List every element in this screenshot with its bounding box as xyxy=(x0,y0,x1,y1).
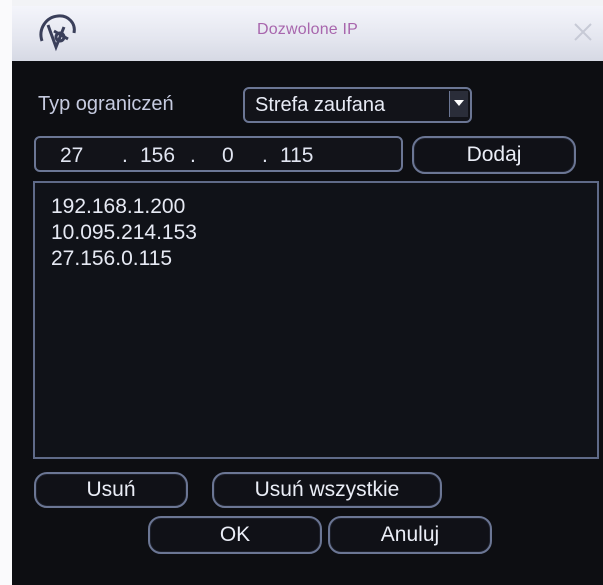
ip-separator: . xyxy=(190,144,196,167)
add-button[interactable]: Dodaj xyxy=(412,136,576,174)
allowed-ip-list[interactable]: 192.168.1.200 10.095.214.153 27.156.0.11… xyxy=(33,181,599,459)
chevron-down-icon[interactable] xyxy=(449,91,468,117)
remove-all-button[interactable]: Usuń wszystkie xyxy=(212,472,442,508)
list-item[interactable]: 10.095.214.153 xyxy=(51,221,197,245)
restriction-type-select[interactable]: Strefa zaufana xyxy=(243,87,472,123)
cancel-button[interactable]: Anuluj xyxy=(328,516,492,554)
title-bar: Dozwolone IP xyxy=(12,6,603,61)
list-item[interactable]: 192.168.1.200 xyxy=(51,195,185,219)
ok-button[interactable]: OK xyxy=(148,516,322,554)
ip-octet-4[interactable]: 115 xyxy=(280,144,313,168)
ip-address-input[interactable]: 27 . 156 . 0 . 115 xyxy=(34,136,403,172)
ip-separator: . xyxy=(122,144,128,167)
close-icon[interactable] xyxy=(569,18,597,46)
dialog-title: Dozwolone IP xyxy=(256,21,359,38)
restriction-type-label: Typ ograniczeń xyxy=(38,93,174,115)
ip-octet-3[interactable]: 0 xyxy=(222,144,234,168)
ip-octet-1[interactable]: 27 xyxy=(60,144,83,168)
list-item[interactable]: 27.156.0.115 xyxy=(51,247,172,271)
ip-octet-2[interactable]: 156 xyxy=(140,144,175,168)
restriction-type-value: Strefa zaufana xyxy=(255,94,386,116)
remove-button[interactable]: Usuń xyxy=(34,472,188,508)
dialog-window: Dozwolone IP Typ ograniczeń Strefa zaufa… xyxy=(12,6,603,585)
ip-separator: . xyxy=(262,144,268,167)
background-left xyxy=(0,0,12,585)
